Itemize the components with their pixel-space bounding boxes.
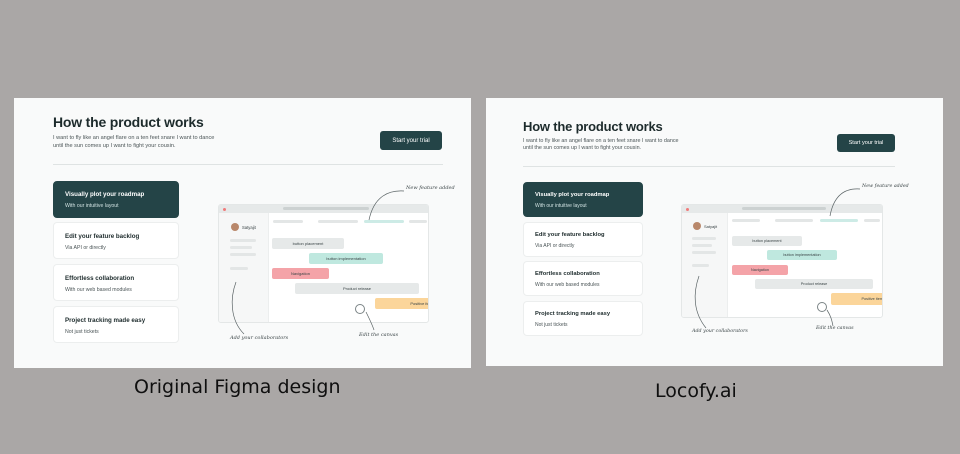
original-figma-panel: How the product works I want to fly like… [14, 98, 471, 368]
annotation-arrows [694, 188, 861, 329]
annotation-collaborators: Add your collaborators [230, 335, 289, 341]
annotation-new-feature: New feature added [406, 185, 455, 191]
arrow-canvas [365, 311, 375, 331]
caption-original: Original Figma design [134, 376, 341, 398]
locofy-panel: How the product works I want to fly like… [486, 98, 943, 366]
caption-locofy: Locofy.ai [655, 380, 737, 402]
arrow-new-feature [368, 190, 405, 221]
arrow-new-feature [829, 188, 861, 217]
annotation-arrows [231, 190, 405, 335]
annotation-canvas: Edit the canvas [359, 332, 399, 338]
annotation-new-feature: New feature added [862, 184, 909, 189]
arrow-collaborators [231, 281, 245, 335]
arrow-collaborators [694, 275, 707, 329]
annotation-canvas: Edit the canvas [816, 326, 854, 331]
arrow-canvas [826, 309, 834, 327]
annotation-collaborators: Add your collaborators [692, 329, 748, 334]
